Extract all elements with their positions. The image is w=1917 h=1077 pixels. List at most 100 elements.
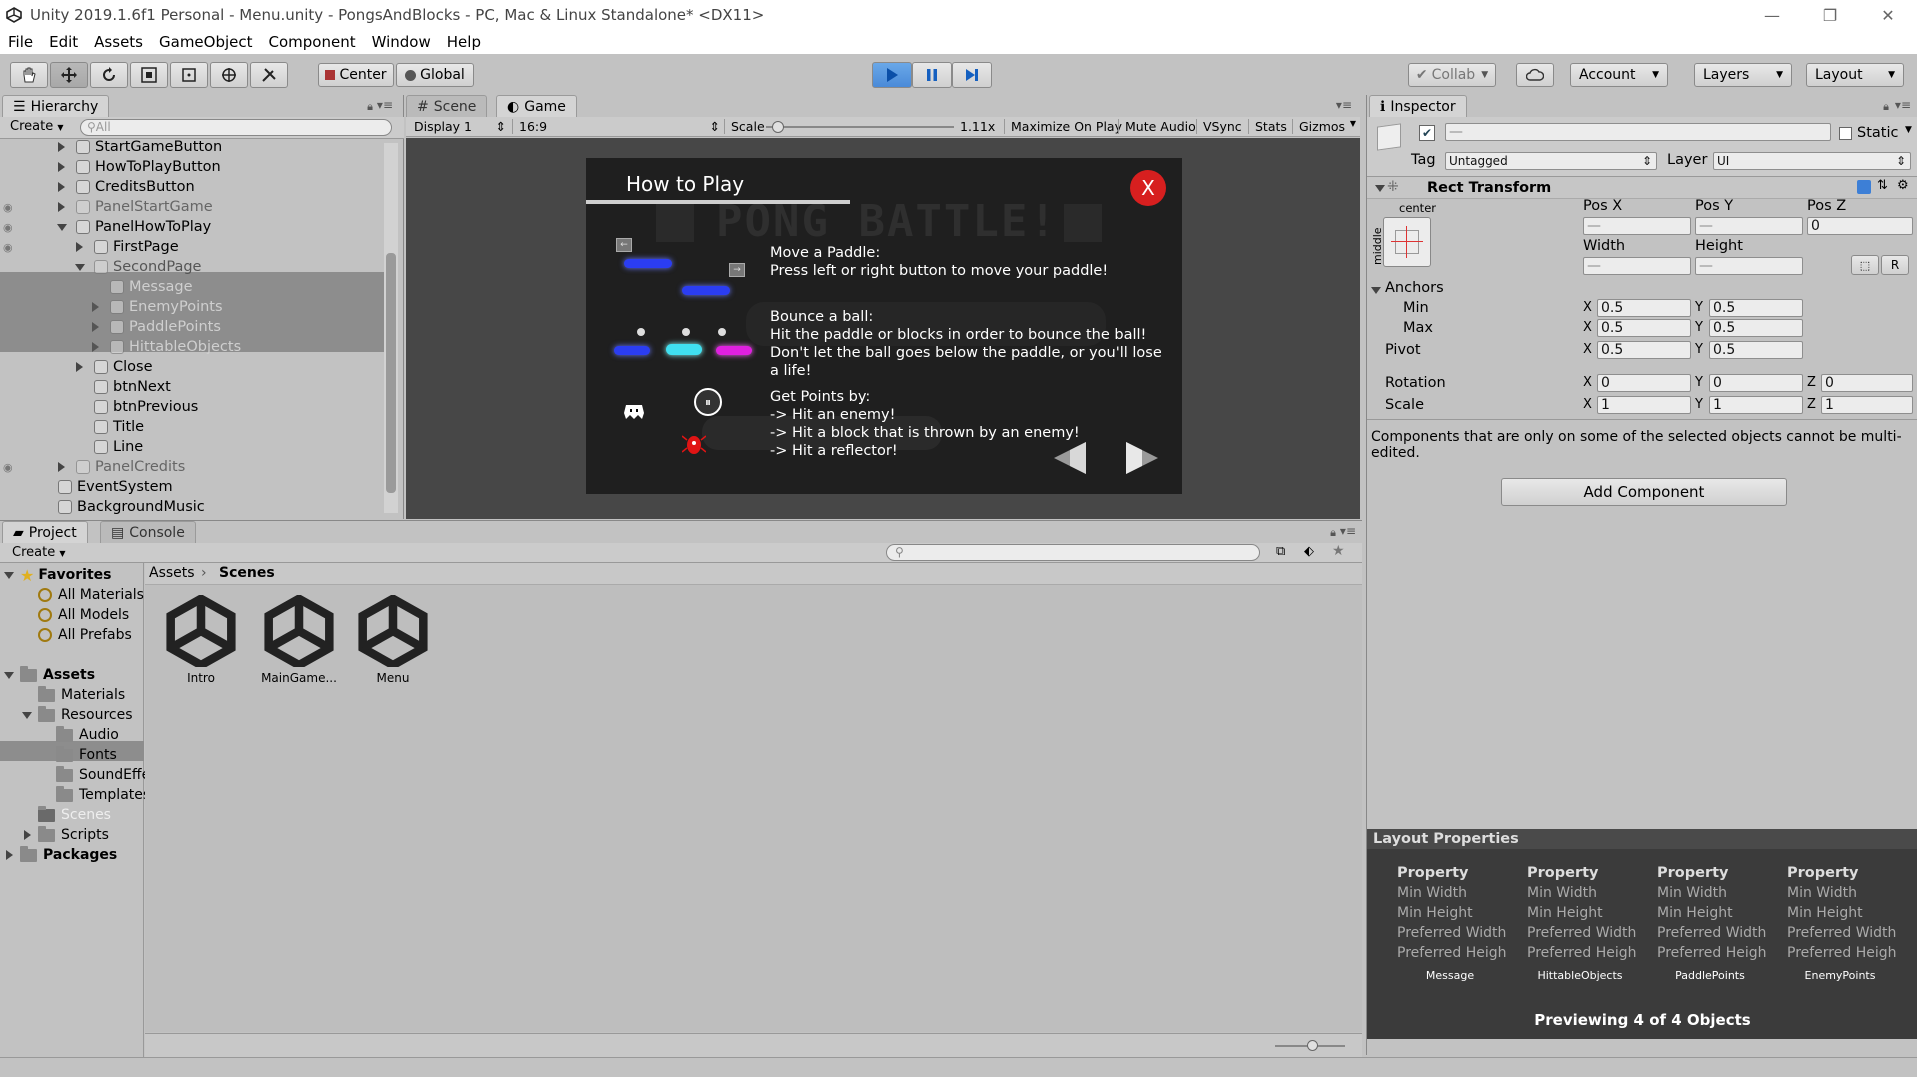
tree-item[interactable]: FirstPage — [76, 237, 179, 257]
tree-item[interactable]: Close — [76, 357, 153, 377]
hierarchy-scrollbar[interactable] — [384, 143, 398, 513]
tag-dropdown[interactable]: Untagged ⇕ — [1445, 152, 1657, 170]
scale-slider[interactable] — [766, 126, 954, 128]
folder-item[interactable]: Resources — [38, 705, 133, 725]
scrollbar-thumb[interactable] — [386, 253, 396, 493]
previous-page-button[interactable] — [1050, 440, 1090, 476]
cloud-button[interactable] — [1516, 63, 1554, 87]
rotation-y-field[interactable]: 0 — [1709, 374, 1803, 392]
folder-item[interactable]: Materials — [38, 685, 125, 705]
anchor-max-y-field[interactable]: 0.5 — [1709, 319, 1803, 337]
tab-game[interactable]: ◐ Game — [496, 95, 577, 117]
collapse-arrow-icon[interactable] — [4, 672, 14, 679]
rect-tool-icon[interactable] — [170, 62, 208, 88]
move-tool-icon[interactable] — [50, 62, 88, 88]
scale-tool-icon[interactable] — [130, 62, 168, 88]
blueprint-mode-button[interactable]: ⬚ — [1851, 255, 1879, 275]
scale-x-field[interactable]: 1 — [1597, 396, 1691, 414]
add-component-button[interactable]: Add Component — [1501, 478, 1787, 506]
height-field[interactable]: — — [1695, 257, 1803, 275]
restore-button[interactable]: ❐ — [1801, 0, 1859, 30]
anchor-min-y-field[interactable]: 0.5 — [1709, 299, 1803, 317]
tree-item[interactable]: EventSystem — [58, 477, 173, 497]
pause-button[interactable] — [912, 62, 952, 88]
folder-item[interactable]: Templates — [56, 785, 150, 805]
scale-z-field[interactable]: 1 — [1821, 396, 1913, 414]
menu-edit[interactable]: Edit — [49, 33, 78, 51]
search-input[interactable]: ⚲All — [80, 119, 392, 136]
posx-field[interactable]: — — [1583, 217, 1691, 235]
menu-help[interactable]: Help — [447, 33, 481, 51]
folder-item-selected[interactable]: Scenes — [38, 805, 111, 825]
assets-node[interactable]: Assets — [20, 665, 95, 685]
help-book-icon[interactable] — [1857, 180, 1871, 194]
project-search-input[interactable]: ⚲ — [886, 544, 1260, 561]
asset-tile[interactable]: Menu — [357, 593, 429, 685]
transform-tool-icon[interactable] — [210, 62, 248, 88]
breadcrumb-assets[interactable]: Assets — [149, 565, 195, 581]
tab-inspector[interactable]: ℹ Inspector — [1369, 95, 1467, 117]
favorite-item[interactable]: All Models — [38, 605, 129, 625]
close-button[interactable]: ✕ — [1859, 0, 1917, 30]
tree-item[interactable]: btnNext — [94, 377, 171, 397]
name-field[interactable]: — — [1445, 123, 1831, 141]
expand-arrow-icon[interactable] — [6, 850, 13, 860]
width-field[interactable]: — — [1583, 257, 1691, 275]
expand-arrow-icon[interactable] — [92, 322, 99, 332]
tab-scene[interactable]: # Scene — [406, 95, 488, 117]
expand-arrow-icon[interactable] — [58, 162, 65, 172]
anchor-preset-button[interactable] — [1383, 217, 1431, 267]
rotation-x-field[interactable]: 0 — [1597, 374, 1691, 392]
collapse-arrow-icon[interactable] — [1375, 185, 1385, 192]
vsync-toggle[interactable]: VSync — [1196, 119, 1242, 134]
anchor-max-x-field[interactable]: 0.5 — [1597, 319, 1691, 337]
tree-item[interactable]: btnPrevious — [94, 397, 198, 417]
expand-arrow-icon[interactable] — [92, 342, 99, 352]
menu-gameobject[interactable]: GameObject — [159, 33, 253, 51]
collapse-arrow-icon[interactable] — [75, 264, 85, 271]
expand-arrow-icon[interactable] — [76, 362, 83, 372]
play-button[interactable] — [872, 62, 912, 88]
panel-menu-icon[interactable]: ▾≡ — [1340, 524, 1356, 538]
tree-item[interactable]: Line — [94, 437, 143, 457]
tree-item[interactable]: CreditsButton — [58, 177, 195, 197]
pivot-global-button[interactable]: Global — [396, 63, 474, 87]
visibility-hidden-icon[interactable]: ◉ — [3, 461, 13, 474]
tree-item[interactable]: PaddlePoints — [92, 317, 221, 337]
anchor-min-x-field[interactable]: 0.5 — [1597, 299, 1691, 317]
step-button[interactable] — [952, 62, 992, 88]
collapse-arrow-icon[interactable] — [4, 572, 14, 579]
layer-dropdown[interactable]: UI ⇕ — [1713, 152, 1911, 170]
scale-y-field[interactable]: 1 — [1709, 396, 1803, 414]
tree-item[interactable]: HittableObjects — [92, 337, 241, 357]
panel-menu-icon[interactable]: ▾≡ — [1895, 98, 1911, 112]
lock-icon[interactable]: 🔒︎ — [1330, 526, 1336, 540]
active-checkbox[interactable]: ✔ — [1419, 125, 1435, 141]
expand-arrow-icon[interactable] — [58, 182, 65, 192]
scale-slider-knob[interactable] — [771, 121, 784, 133]
icon-size-slider-knob[interactable] — [1307, 1040, 1318, 1051]
menu-assets[interactable]: Assets — [94, 33, 143, 51]
gizmos-dropdown[interactable]: Gizmos ▼ — [1292, 119, 1356, 134]
panel-menu-icon[interactable]: ▾≡ — [1336, 98, 1352, 112]
collapse-arrow-icon[interactable] — [22, 712, 32, 719]
posz-field[interactable]: 0 — [1807, 217, 1913, 235]
menu-file[interactable]: File — [8, 33, 33, 51]
tree-item[interactable]: StartGameButton — [58, 137, 222, 157]
tree-item[interactable]: BackgroundMusic — [58, 497, 205, 517]
preset-icon[interactable]: ⇅ — [1877, 178, 1888, 193]
breadcrumb-scenes[interactable]: Scenes — [219, 565, 275, 581]
tree-item[interactable]: EnemyPoints — [92, 297, 223, 317]
expand-arrow-icon[interactable] — [76, 242, 83, 252]
display-dropdown[interactable]: Display 1 ⇕ — [414, 119, 506, 134]
minimize-button[interactable]: — — [1743, 0, 1801, 30]
expand-arrow-icon[interactable] — [58, 462, 65, 472]
account-dropdown[interactable]: Account ▼ — [1570, 63, 1668, 87]
close-game-button[interactable]: X — [1130, 170, 1166, 206]
gear-icon[interactable]: ⚙ — [1897, 178, 1909, 193]
menu-window[interactable]: Window — [372, 33, 431, 51]
favorites-node[interactable]: ★ Favorites — [20, 565, 112, 585]
tree-item[interactable]: PanelCredits — [58, 457, 185, 477]
create-dropdown[interactable]: Create ▼ — [10, 119, 64, 134]
aspect-dropdown[interactable]: 16:9 ⇕ — [512, 119, 720, 134]
